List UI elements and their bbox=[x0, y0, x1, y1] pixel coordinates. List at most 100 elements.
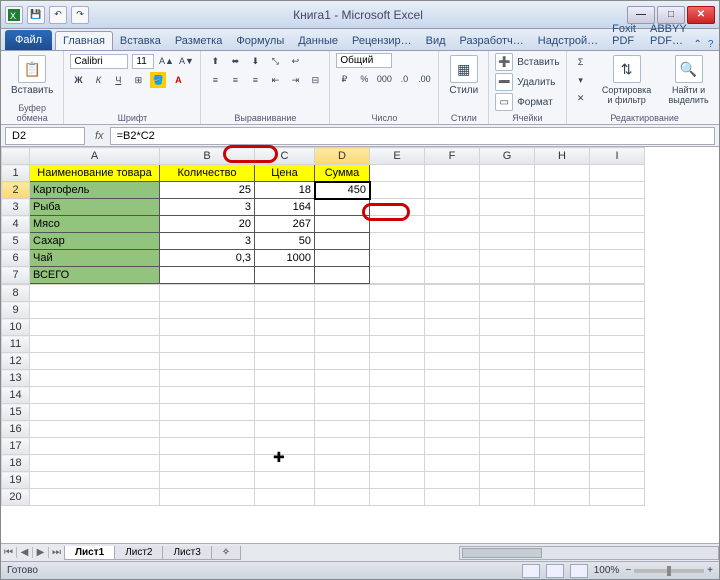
view-break-icon[interactable] bbox=[570, 564, 588, 578]
horizontal-scrollbar[interactable] bbox=[459, 546, 719, 560]
row-header-7[interactable]: 7 bbox=[2, 267, 30, 284]
col-header-H[interactable]: H bbox=[535, 148, 590, 165]
tab-home[interactable]: Главная bbox=[55, 31, 113, 50]
sheet-tab-3[interactable]: Лист3 bbox=[162, 546, 211, 560]
delete-cells-button[interactable]: ➖Удалить bbox=[495, 73, 559, 91]
row-header-16[interactable]: 16 bbox=[2, 421, 30, 438]
sheet-tab-2[interactable]: Лист2 bbox=[114, 546, 163, 560]
cell-D2[interactable]: 450 bbox=[315, 182, 370, 199]
new-sheet-button[interactable]: ✧ bbox=[211, 546, 241, 560]
sheet-nav[interactable]: ⏮◀▶⏭ bbox=[1, 547, 65, 558]
col-header-B[interactable]: B bbox=[160, 148, 255, 165]
tab-layout[interactable]: Разметка bbox=[168, 32, 230, 50]
fill-color-icon[interactable]: 🪣 bbox=[150, 72, 166, 88]
italic-icon[interactable]: К bbox=[90, 72, 106, 88]
wrap-icon[interactable]: ↩ bbox=[287, 53, 303, 69]
cell-C2[interactable]: 18 bbox=[255, 182, 315, 199]
ribbon-minimize-icon[interactable]: ⌃ bbox=[694, 39, 702, 50]
tab-view[interactable]: Вид bbox=[419, 32, 453, 50]
row-header-15[interactable]: 15 bbox=[2, 404, 30, 421]
col-header-G[interactable]: G bbox=[480, 148, 535, 165]
col-header-F[interactable]: F bbox=[425, 148, 480, 165]
inc-dec-icon[interactable]: .0 bbox=[396, 71, 412, 87]
cell-E1[interactable] bbox=[370, 165, 425, 182]
autosum-icon[interactable]: Σ bbox=[573, 54, 589, 70]
row-header-19[interactable]: 19 bbox=[2, 472, 30, 489]
row-header-9[interactable]: 9 bbox=[2, 302, 30, 319]
align-right-icon[interactable]: ≡ bbox=[247, 72, 263, 88]
cell-A2[interactable]: Картофель bbox=[30, 182, 160, 199]
row-header-1[interactable]: 1 bbox=[2, 165, 30, 182]
merge-icon[interactable]: ⊟ bbox=[307, 72, 323, 88]
cell-B2[interactable]: 25 bbox=[160, 182, 255, 199]
sheet-tab-1[interactable]: Лист1 bbox=[64, 546, 115, 560]
fx-icon[interactable]: fx bbox=[89, 130, 110, 142]
redo-icon[interactable]: ↷ bbox=[71, 6, 89, 24]
row-header-11[interactable]: 11 bbox=[2, 336, 30, 353]
format-cells-button[interactable]: ▭Формат bbox=[495, 93, 559, 111]
sort-filter-button[interactable]: ⇅ Сортировка и фильтр bbox=[597, 53, 657, 107]
undo-icon[interactable]: ↶ bbox=[49, 6, 67, 24]
align-bot-icon[interactable]: ⬇ bbox=[247, 53, 263, 69]
save-icon[interactable]: 💾 bbox=[27, 6, 45, 24]
align-mid-icon[interactable]: ⬌ bbox=[227, 53, 243, 69]
col-header-E[interactable]: E bbox=[370, 148, 425, 165]
view-normal-icon[interactable] bbox=[522, 564, 540, 578]
col-header-D[interactable]: D bbox=[315, 148, 370, 165]
number-format-select[interactable]: Общий bbox=[336, 53, 392, 68]
row-header-17[interactable]: 17 bbox=[2, 438, 30, 455]
tab-developer[interactable]: Разработч… bbox=[453, 32, 531, 50]
tab-formulas[interactable]: Формулы bbox=[229, 32, 291, 50]
row-header-8[interactable]: 8 bbox=[2, 285, 30, 302]
underline-icon[interactable]: Ч bbox=[110, 72, 126, 88]
row-header-12[interactable]: 12 bbox=[2, 353, 30, 370]
zoom-level[interactable]: 100% bbox=[594, 565, 620, 576]
cell-C1[interactable]: Цена bbox=[255, 165, 315, 182]
cell-B1[interactable]: Количество bbox=[160, 165, 255, 182]
orient-icon[interactable]: ⤡ bbox=[267, 53, 283, 69]
col-header-A[interactable]: A bbox=[30, 148, 160, 165]
align-center-icon[interactable]: ≡ bbox=[227, 72, 243, 88]
border-icon[interactable]: ⊞ bbox=[130, 72, 146, 88]
shrink-font-icon[interactable]: A▼ bbox=[178, 53, 194, 69]
align-left-icon[interactable]: ≡ bbox=[207, 72, 223, 88]
indent-dec-icon[interactable]: ⇤ bbox=[267, 72, 283, 88]
tab-addins[interactable]: Надстрой… bbox=[531, 32, 605, 50]
cell-A1[interactable]: Наименование товара bbox=[30, 165, 160, 182]
zoom-slider[interactable]: −+ bbox=[625, 565, 713, 576]
styles-button[interactable]: ▦ Стили bbox=[445, 53, 482, 98]
row-header-10[interactable]: 10 bbox=[2, 319, 30, 336]
grow-font-icon[interactable]: A▲ bbox=[158, 53, 174, 69]
comma-icon[interactable]: 000 bbox=[376, 71, 392, 87]
tab-insert[interactable]: Вставка bbox=[113, 32, 168, 50]
name-box[interactable]: D2 bbox=[5, 127, 85, 145]
row-header-2[interactable]: 2 bbox=[2, 182, 30, 199]
paste-button[interactable]: 📋 Вставить bbox=[7, 53, 57, 98]
row-header-13[interactable]: 13 bbox=[2, 370, 30, 387]
help-icon[interactable]: ? bbox=[708, 39, 714, 50]
row-header-4[interactable]: 4 bbox=[2, 216, 30, 233]
font-family-select[interactable]: Calibri bbox=[70, 54, 128, 69]
cell-D1[interactable]: Сумма bbox=[315, 165, 370, 182]
insert-cells-button[interactable]: ➕Вставить bbox=[495, 53, 559, 71]
row-header-6[interactable]: 6 bbox=[2, 250, 30, 267]
dec-dec-icon[interactable]: .00 bbox=[416, 71, 432, 87]
row-header-5[interactable]: 5 bbox=[2, 233, 30, 250]
font-color-icon[interactable]: A bbox=[170, 72, 186, 88]
tab-data[interactable]: Данные bbox=[291, 32, 345, 50]
formula-input[interactable]: =B2*C2 bbox=[110, 127, 715, 145]
find-select-button[interactable]: 🔍 Найти и выделить bbox=[661, 53, 717, 107]
indent-inc-icon[interactable]: ⇥ bbox=[287, 72, 303, 88]
view-layout-icon[interactable] bbox=[546, 564, 564, 578]
excel-icon[interactable]: X bbox=[5, 6, 23, 24]
row-header-18[interactable]: 18 bbox=[2, 455, 30, 472]
tab-file[interactable]: Файл bbox=[5, 30, 52, 50]
fill-icon[interactable]: ▾ bbox=[573, 72, 589, 88]
percent-icon[interactable]: % bbox=[356, 71, 372, 87]
currency-icon[interactable]: ₽ bbox=[336, 71, 352, 87]
clear-icon[interactable]: ✕ bbox=[573, 90, 589, 106]
tab-review[interactable]: Рецензир… bbox=[345, 32, 419, 50]
col-header-C[interactable]: C bbox=[255, 148, 315, 165]
worksheet-grid[interactable]: A B C D E F G H I 1 Наименование товара … bbox=[1, 147, 719, 523]
row-header-3[interactable]: 3 bbox=[2, 199, 30, 216]
